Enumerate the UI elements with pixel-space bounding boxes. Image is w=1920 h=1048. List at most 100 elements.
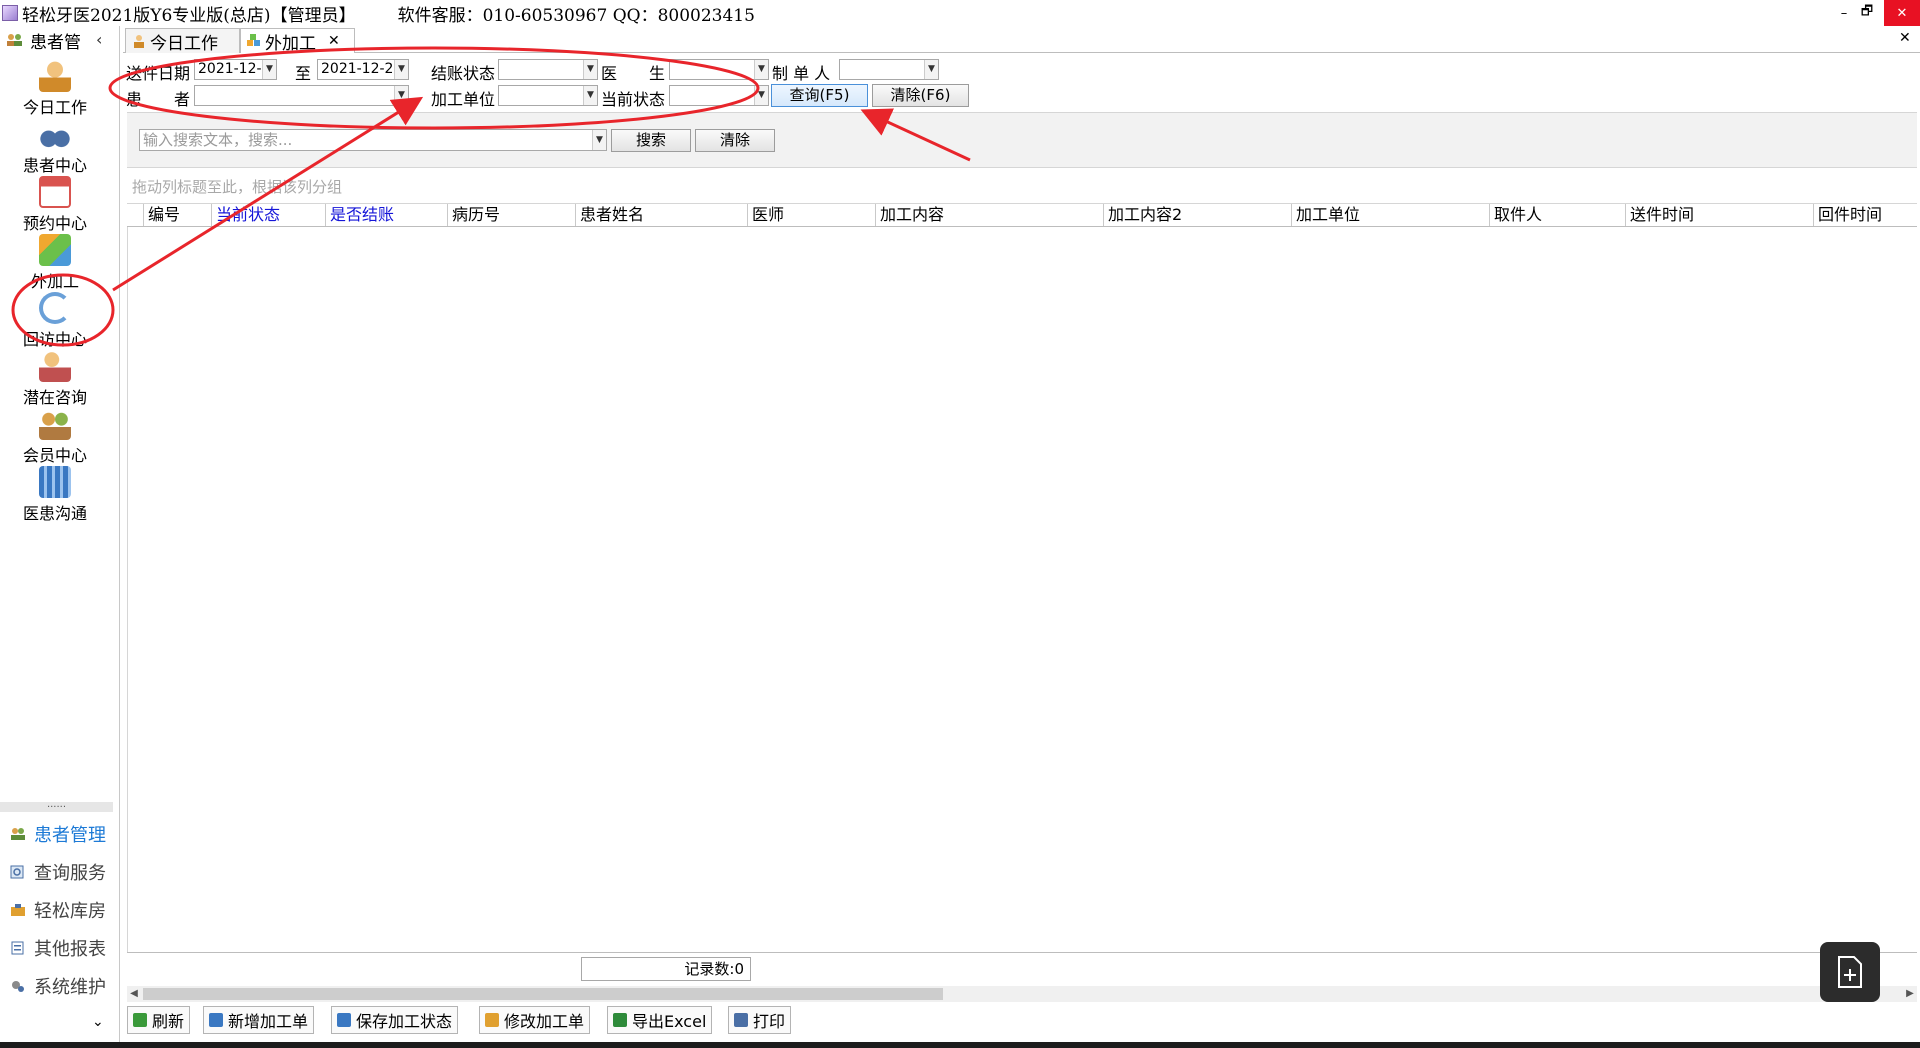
filter-panel: 送件日期 2021-12-0 ▼ 至 2021-12-23 ▼ 结账状态 ▼ 医 生…: [123, 54, 1917, 110]
tab-label: 今日工作: [150, 33, 218, 54]
button-label: 打印: [753, 1012, 786, 1031]
refresh-button[interactable]: 刷新: [127, 1006, 191, 1034]
clear-filters-button[interactable]: 清除(F6): [872, 84, 969, 107]
module-system-maintenance[interactable]: 系统维护: [10, 972, 106, 1000]
column-header[interactable]: 回件时间: [1813, 204, 1917, 226]
nav-label: 会员中心: [22, 446, 87, 465]
column-header[interactable]: 医师: [747, 204, 875, 226]
nav-label: 医患沟通: [22, 504, 87, 523]
nav-label: 回访中心: [22, 330, 87, 349]
collapse-sidebar-icon[interactable]: ‹: [96, 30, 102, 49]
support-info: 软件客服：010-60530967 QQ：800023415: [397, 5, 755, 26]
worker-icon: [39, 60, 71, 92]
edit-icon: [485, 1013, 499, 1027]
edit-order-button[interactable]: 修改加工单: [479, 1006, 591, 1034]
dropdown-arrow-icon[interactable]: ▼: [394, 86, 408, 105]
scrollbar-thumb[interactable]: [143, 988, 943, 1000]
search-button[interactable]: 搜索: [611, 129, 691, 152]
nav-doctor-patient-communication[interactable]: 医患沟通: [10, 466, 100, 536]
refresh-icon: [39, 292, 71, 324]
video-icon: [39, 466, 71, 498]
column-header[interactable]: 是否结账: [325, 204, 447, 226]
new-doc-icon: [209, 1013, 223, 1027]
app-icon: [2, 5, 18, 21]
module-label: 患者管理: [34, 825, 106, 846]
column-header[interactable]: 加工单位: [1291, 204, 1489, 226]
nav-label: 预约中心: [22, 214, 87, 233]
save-icon: [337, 1013, 351, 1027]
scroll-left-icon[interactable]: ◀: [127, 986, 141, 1002]
patient-label: 患 者: [126, 90, 191, 109]
button-label: 导出Excel: [632, 1012, 707, 1031]
module-patient-management[interactable]: 患者管理: [10, 820, 106, 848]
restore-button[interactable]: 🗗: [1852, 0, 1882, 26]
grid-body[interactable]: [127, 227, 1917, 952]
tab-today-work[interactable]: 今日工作: [125, 28, 240, 54]
dropdown-arrow-icon[interactable]: ▼: [592, 130, 606, 150]
excel-icon: [613, 1013, 627, 1027]
new-order-button[interactable]: 新增加工单: [203, 1006, 315, 1034]
dropdown-arrow-icon[interactable]: ▼: [583, 60, 597, 79]
group-by-hint[interactable]: 拖动列标题至此，根据该列分组: [127, 170, 1917, 204]
module-warehouse[interactable]: 轻松库房: [10, 896, 106, 924]
query-button[interactable]: 查询(F5): [771, 84, 868, 107]
settle-status-select[interactable]: ▼: [498, 59, 598, 80]
scroll-right-icon[interactable]: ▶: [1903, 986, 1917, 1002]
title-bar: 轻松牙医2021版Y6专业版(总店)【管理员】 软件客服：010-6053096…: [0, 0, 1920, 26]
report-icon: [11, 941, 24, 955]
tab-bar: 今日工作 外加工 ✕: [123, 26, 1920, 54]
column-header[interactable]: 取件人: [1489, 204, 1625, 226]
column-header[interactable]: 送件时间: [1625, 204, 1813, 226]
module-label: 轻松库房: [34, 901, 106, 922]
column-header[interactable]: 加工内容: [875, 204, 1103, 226]
search-input[interactable]: 输入搜索文本，搜索... ▼: [139, 129, 607, 151]
button-label: 保存加工状态: [356, 1012, 453, 1031]
dropdown-arrow-icon[interactable]: ▼: [754, 60, 768, 79]
clear-search-button[interactable]: 清除: [695, 129, 775, 152]
dropdown-arrow-icon[interactable]: ▼: [262, 60, 276, 79]
tab-label: 外加工: [265, 33, 316, 54]
module-query-service[interactable]: 查询服务: [10, 858, 106, 886]
sidebar-divider[interactable]: ......: [0, 800, 113, 812]
save-status-button[interactable]: 保存加工状态: [331, 1006, 459, 1034]
date-to-value: 2021-12-23: [321, 61, 403, 77]
dropdown-arrow-icon[interactable]: ▼: [754, 86, 768, 105]
dropdown-arrow-icon[interactable]: ▼: [924, 60, 938, 79]
module-other-reports[interactable]: 其他报表: [10, 934, 106, 962]
close-tab-icon[interactable]: ✕: [328, 33, 340, 49]
search-panel: 输入搜索文本，搜索... ▼ 搜索 清除: [127, 112, 1917, 168]
taskbar-strip: [0, 1042, 1920, 1048]
processing-unit-select[interactable]: ▼: [498, 85, 598, 106]
doctor-select[interactable]: ▼: [669, 59, 769, 80]
add-document-button[interactable]: [1820, 942, 1880, 1002]
button-label: 新增加工单: [228, 1012, 309, 1031]
close-window-button[interactable]: ✕: [1884, 0, 1920, 26]
horizontal-scrollbar[interactable]: ◀ ▶: [127, 986, 1917, 1002]
column-header[interactable]: 病历号: [447, 204, 575, 226]
date-from-field[interactable]: 2021-12-0 ▼: [194, 59, 277, 80]
tab-outsource[interactable]: 外加工 ✕: [240, 28, 355, 54]
dropdown-arrow-icon[interactable]: ▼: [394, 60, 408, 79]
date-to-field[interactable]: 2021-12-23 ▼: [317, 59, 409, 80]
nav-label: 潜在咨询: [22, 388, 87, 407]
creator-select[interactable]: ▼: [839, 59, 939, 80]
dropdown-arrow-icon[interactable]: ▼: [583, 86, 597, 105]
to-label: 至: [295, 64, 312, 83]
nav-label: 患者中心: [22, 156, 87, 175]
patient-select[interactable]: ▼: [194, 85, 409, 106]
column-header[interactable]: 加工内容2: [1103, 204, 1291, 226]
export-excel-button[interactable]: 导出Excel: [607, 1006, 713, 1034]
record-count: 记录数:0: [581, 957, 751, 981]
printer-icon: [734, 1013, 748, 1027]
column-header[interactable]: 编号: [143, 204, 211, 226]
add-document-icon: [1838, 956, 1862, 988]
button-label: 修改加工单: [504, 1012, 585, 1031]
expand-modules-icon[interactable]: ⌄: [92, 1014, 104, 1030]
nav-label: 外加工: [30, 272, 79, 291]
column-header[interactable]: 当前状态: [211, 204, 325, 226]
column-header[interactable]: 患者姓名: [575, 204, 747, 226]
current-status-select[interactable]: ▼: [669, 85, 769, 106]
print-button[interactable]: 打印: [728, 1006, 792, 1034]
close-panel-icon[interactable]: ✕: [1899, 30, 1911, 46]
bottom-toolbar: 刷新 新增加工单 保存加工状态 修改加工单 导出Excel 打印: [123, 1004, 1920, 1040]
